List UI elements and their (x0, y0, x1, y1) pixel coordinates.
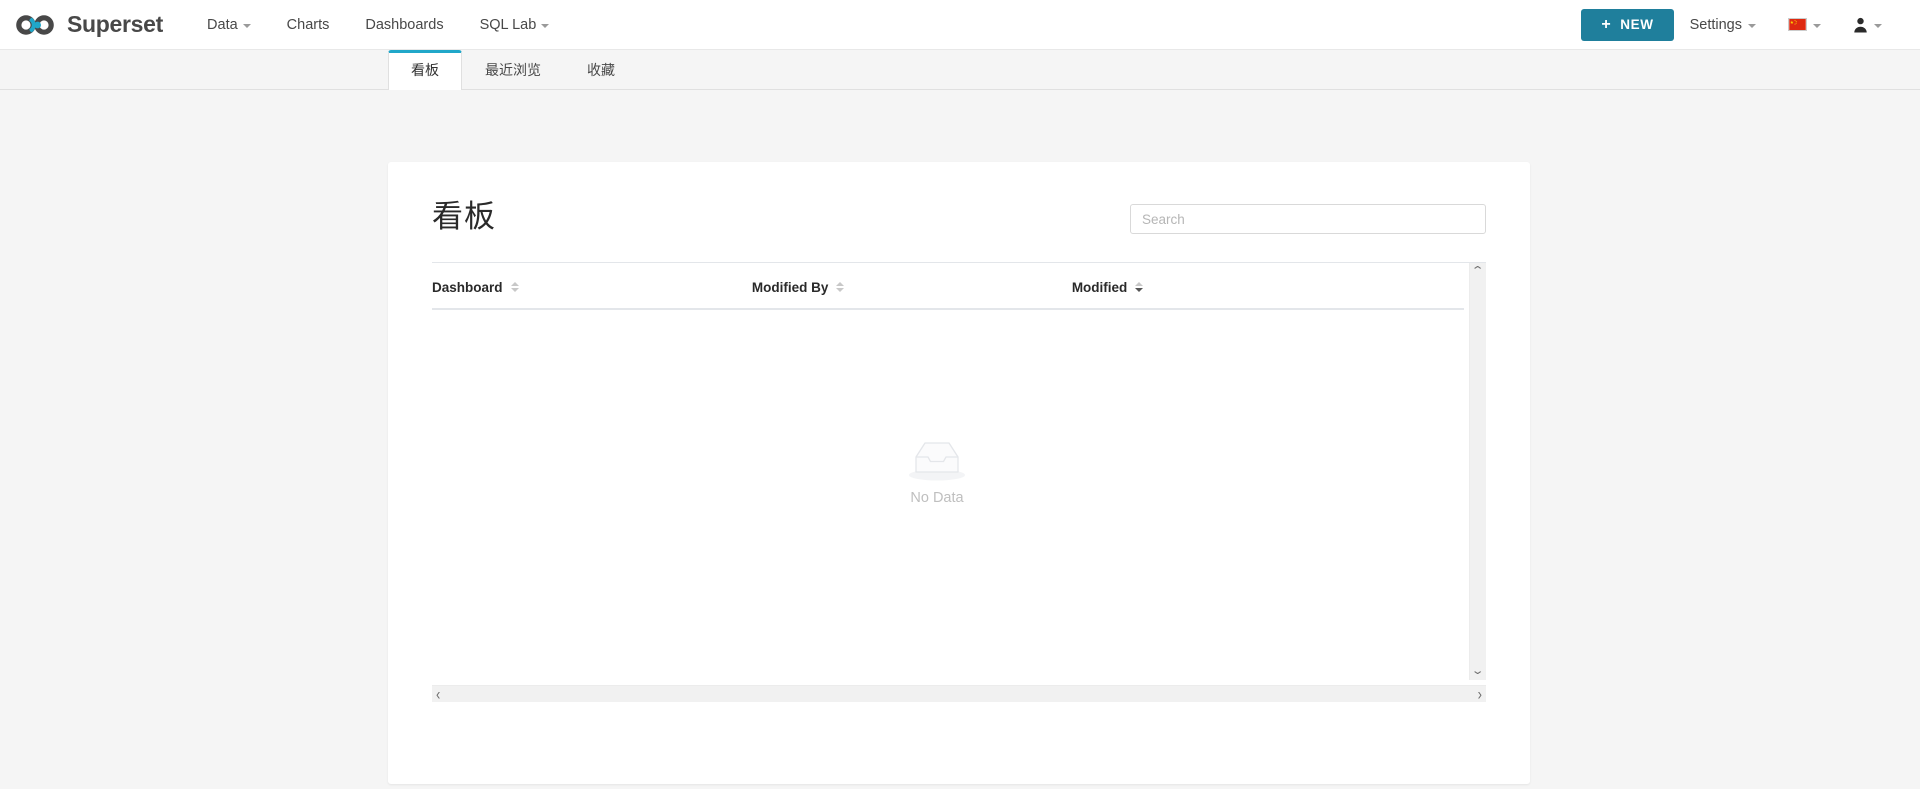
chevron-down-icon (1748, 23, 1756, 28)
chevron-down-icon (1813, 23, 1821, 28)
column-header-modified[interactable]: Modified (1071, 262, 1464, 310)
column-header-modified-by-label: Modified By (751, 279, 829, 295)
chevron-down-icon (541, 23, 550, 28)
table-header-row: Dashboard Modified By Modified (432, 262, 1464, 310)
top-navbar: Superset Data Charts Dashboards SQL Lab … (0, 0, 1920, 50)
scroll-left-icon[interactable]: ‹ (436, 685, 440, 702)
settings-menu[interactable]: Settings (1674, 0, 1772, 50)
plus-icon: + (1601, 15, 1612, 33)
column-header-dashboard[interactable]: Dashboard (432, 262, 752, 310)
chevron-down-icon (242, 23, 251, 28)
sort-icon[interactable] (836, 282, 845, 293)
nav-item-dashboards[interactable]: Dashboards (347, 0, 461, 50)
sort-icon[interactable] (510, 282, 519, 293)
tab-dashboards[interactable]: 看板 (388, 50, 462, 90)
horizontal-scrollbar[interactable]: ‹ › (432, 684, 1486, 702)
user-menu[interactable] (1837, 0, 1898, 50)
tab-favorites-label: 收藏 (587, 62, 615, 78)
nav-item-charts-label: Charts (286, 16, 330, 33)
nav-item-sql-lab-label: SQL Lab (479, 16, 537, 33)
new-button[interactable]: + NEW (1581, 8, 1674, 41)
tab-recently-viewed[interactable]: 最近浏览 (462, 50, 564, 90)
nav-item-data[interactable]: Data (189, 0, 269, 50)
tab-dashboards-label: 看板 (411, 62, 439, 78)
tab-recently-viewed-label: 最近浏览 (485, 62, 541, 78)
empty-state-text: No Data (910, 489, 964, 506)
column-header-modified-label: Modified (1071, 279, 1128, 295)
search-container (1130, 200, 1486, 235)
nav-item-data-label: Data (207, 16, 238, 33)
nav-item-dashboards-label: Dashboards (365, 16, 444, 33)
tab-favorites[interactable]: 收藏 (564, 50, 638, 90)
page-title: 看板 (432, 199, 496, 234)
table-region: Dashboard Modified By Modified No Data ⌃… (432, 262, 1486, 702)
dashboard-list-card: 看板 Dashb (388, 162, 1530, 784)
page-body: 看板 最近浏览 收藏 看板 Search Dashboard Modified … (0, 50, 1920, 789)
brand-name: Superset (67, 11, 164, 37)
scroll-right-icon[interactable]: › (1478, 685, 1482, 702)
search-input[interactable] (1130, 204, 1486, 235)
user-icon (1853, 17, 1868, 33)
table-scroll-viewport: Dashboard Modified By Modified No Data (432, 262, 1464, 680)
empty-box-icon (904, 438, 970, 482)
new-button-label: NEW (1620, 17, 1654, 32)
table-head: Dashboard Modified By Modified (432, 262, 1464, 310)
sort-descending-icon[interactable] (1135, 282, 1144, 293)
chevron-down-icon (1874, 23, 1882, 28)
primary-nav: Data Charts Dashboards SQL Lab (189, 0, 567, 50)
superset-logo-icon (14, 13, 60, 37)
navbar-right-group: + NEW Settings (1581, 0, 1898, 50)
china-flag-icon (1788, 18, 1807, 31)
tab-bar: 看板 最近浏览 收藏 (0, 50, 1920, 90)
superset-brand-link[interactable]: Superset (14, 13, 163, 37)
column-header-dashboard-label: Dashboard (432, 279, 503, 295)
nav-item-sql-lab[interactable]: SQL Lab (462, 0, 568, 50)
scroll-up-icon[interactable]: ⌃ (1471, 265, 1485, 277)
nav-item-charts[interactable]: Charts (269, 0, 348, 50)
language-menu[interactable] (1772, 0, 1837, 50)
scroll-down-icon[interactable]: ⌄ (1471, 665, 1485, 677)
card-header: 看板 (388, 162, 1530, 237)
vertical-scrollbar[interactable]: ⌃ ⌄ (1469, 262, 1486, 680)
dashboard-table: Dashboard Modified By Modified (432, 262, 1464, 310)
column-header-modified-by[interactable]: Modified By (751, 262, 1072, 310)
empty-state: No Data (432, 438, 1442, 506)
settings-label: Settings (1689, 16, 1742, 33)
